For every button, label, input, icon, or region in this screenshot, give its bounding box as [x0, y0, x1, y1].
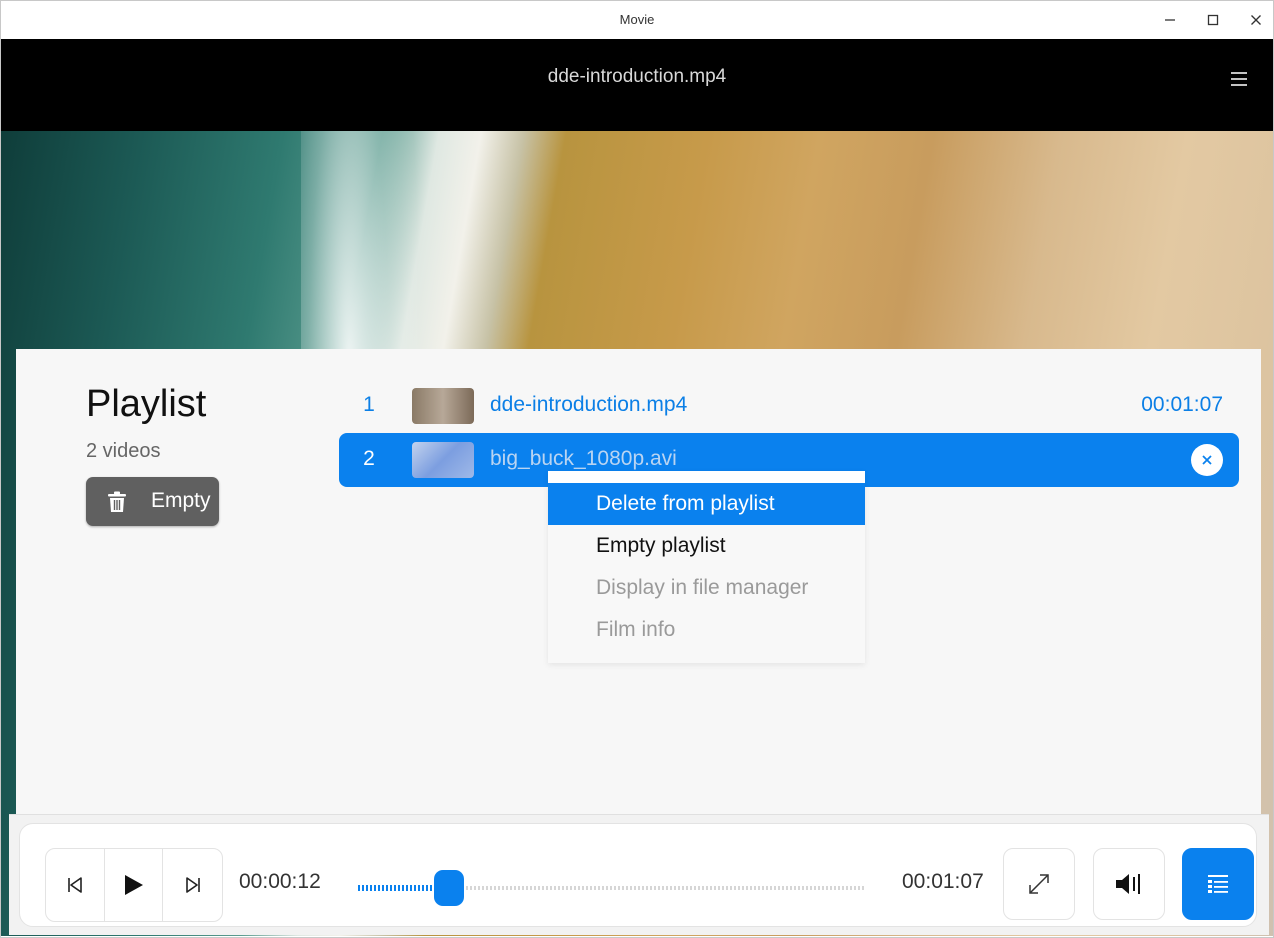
playback-buttons — [45, 848, 223, 922]
main-menu-button[interactable] — [1227, 67, 1251, 91]
progress-slider[interactable] — [358, 870, 864, 906]
playlist-count: 2 videos — [86, 440, 161, 462]
next-button[interactable] — [164, 849, 222, 921]
playlist-icon — [1208, 875, 1228, 893]
window-title: Movie — [619, 12, 655, 27]
video-thumbnail — [412, 388, 474, 424]
context-menu: Delete from playlist Empty playlist Disp… — [548, 471, 865, 663]
close-icon — [1202, 455, 1212, 465]
app-window: Movie dde-introduction.mp4 Playlist 2 vi… — [0, 0, 1274, 938]
close-icon — [1251, 15, 1261, 25]
progress-handle[interactable] — [433, 870, 464, 906]
playlist-title: Playlist — [86, 383, 207, 425]
fullscreen-icon — [1029, 874, 1049, 894]
playlist-item-1[interactable]: 1 dde-introduction.mp4 00:01:07 — [339, 379, 1239, 433]
total-time: 00:01:07 — [902, 870, 984, 893]
title-bar: Movie — [1, 1, 1273, 39]
previous-button[interactable] — [46, 849, 105, 921]
item-name: dde-introduction.mp4 — [490, 393, 688, 416]
next-icon — [186, 877, 200, 893]
item-name: big_buck_1080p.avi — [490, 447, 677, 470]
maximize-icon — [1207, 14, 1219, 26]
volume-icon — [1116, 874, 1140, 894]
control-bar: 00:00:12 00:01:07 — [9, 814, 1269, 935]
close-window-button[interactable] — [1241, 5, 1271, 35]
play-icon — [125, 875, 143, 895]
menu-item-empty-playlist[interactable]: Empty playlist — [548, 525, 865, 567]
empty-button-label: Empty — [151, 489, 211, 512]
menu-item-display-in-file-manager: Display in file manager — [596, 576, 809, 599]
minimize-button[interactable] — [1155, 5, 1185, 35]
video-thumbnail — [412, 442, 474, 478]
remove-item-button[interactable] — [1191, 444, 1223, 476]
menu-item-film-info: Film info — [596, 618, 676, 641]
item-index: 2 — [363, 447, 375, 470]
item-duration: 00:01:07 — [1141, 393, 1223, 416]
maximize-button[interactable] — [1198, 5, 1228, 35]
minimize-icon — [1165, 19, 1175, 21]
video-title: dde-introduction.mp4 — [547, 66, 727, 87]
item-index: 1 — [363, 393, 375, 416]
hamburger-menu-icon — [1231, 72, 1247, 86]
video-header: dde-introduction.mp4 — [1, 39, 1273, 131]
empty-playlist-button[interactable]: Empty — [86, 477, 219, 526]
fullscreen-button[interactable] — [1003, 848, 1075, 920]
play-button[interactable] — [104, 849, 163, 921]
playlist-toggle-button[interactable] — [1182, 848, 1254, 920]
previous-icon — [68, 877, 82, 893]
volume-button[interactable] — [1093, 848, 1165, 920]
current-time: 00:00:12 — [239, 870, 321, 893]
control-bar-inner: 00:00:12 00:01:07 — [19, 823, 1257, 927]
menu-item-delete-from-playlist[interactable]: Delete from playlist — [548, 483, 865, 525]
trash-icon — [108, 491, 126, 512]
